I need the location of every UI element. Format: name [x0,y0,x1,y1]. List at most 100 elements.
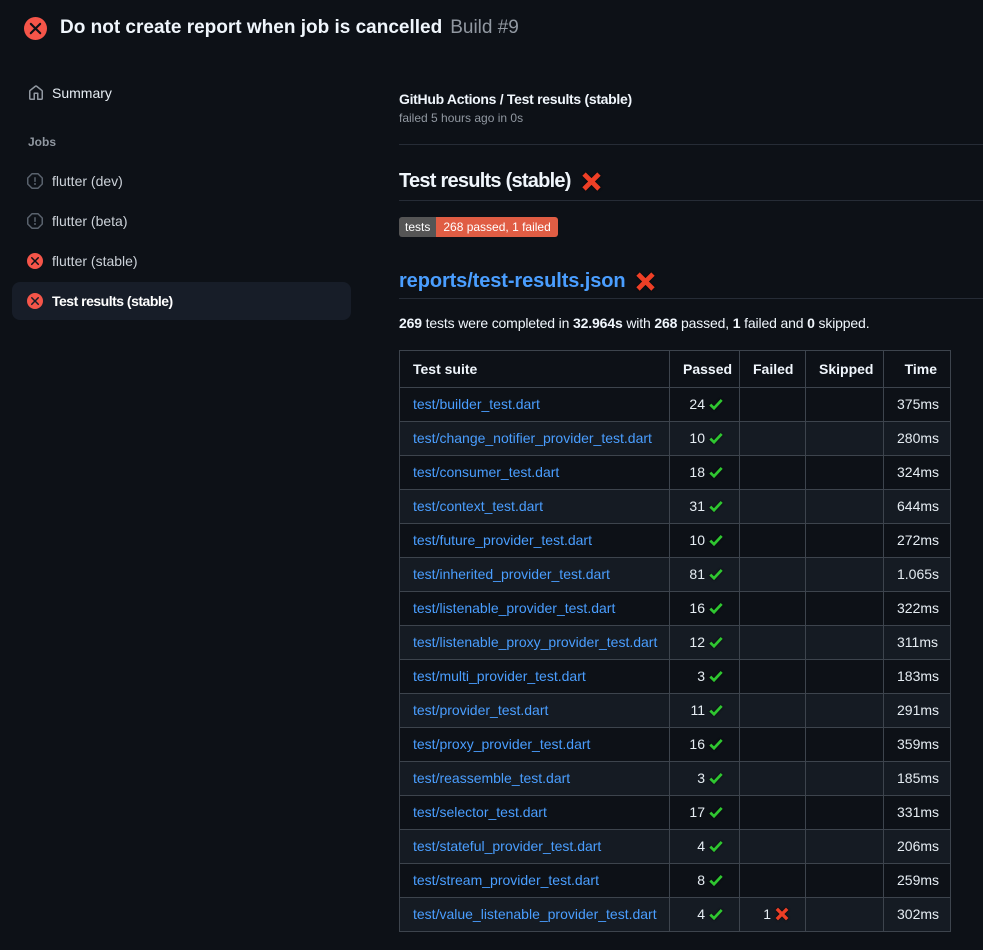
cell-skipped [806,728,884,762]
summary-segment: skipped. [815,315,870,331]
cell-time: 644ms [884,490,951,524]
cell-failed [740,558,806,592]
cancelled-icon [27,173,43,189]
suite-link[interactable]: test/stateful_provider_test.dart [413,838,601,854]
cell-failed [740,660,806,694]
summary-segment: failed and [740,315,807,331]
report-link[interactable]: reports/test-results.json [399,268,625,294]
cell-skipped [806,456,884,490]
suite-link[interactable]: test/stream_provider_test.dart [413,872,599,888]
cell-passed: 8 [670,864,740,898]
home-icon [28,85,44,101]
cell-passed: 10 [670,422,740,456]
cell-time: 331ms [884,796,951,830]
run-header: Do not create report when job is cancell… [0,0,983,56]
cell-skipped [806,898,884,932]
cell-skipped [806,422,884,456]
suite-link[interactable]: test/change_notifier_provider_test.dart [413,430,652,446]
summary-segment: 0 [807,315,815,331]
sidebar-job-4[interactable]: Test results (stable) [12,282,351,320]
cancelled-icon [27,213,43,229]
cell-failed [740,762,806,796]
summary-segment: 32.964s [573,315,623,331]
col-header-passed: Passed [670,351,740,388]
cell-passed: 4 [670,898,740,932]
suite-link[interactable]: test/selector_test.dart [413,804,547,820]
suite-link[interactable]: test/proxy_provider_test.dart [413,736,590,752]
suite-link[interactable]: test/inherited_provider_test.dart [413,566,610,582]
table-row: test/stateful_provider_test.dart4206ms [400,830,951,864]
cell-suite: test/listenable_proxy_provider_test.dart [400,626,670,660]
col-header-skipped: Skipped [806,351,884,388]
check-mark-icon [708,702,724,718]
cell-passed: 81 [670,558,740,592]
suite-link[interactable]: test/reassemble_test.dart [413,770,570,786]
table-row: test/multi_provider_test.dart3183ms [400,660,951,694]
suite-link[interactable]: test/future_provider_test.dart [413,532,592,548]
col-header-time: Time [884,351,951,388]
cell-failed [740,592,806,626]
failed-icon [27,293,43,309]
cell-skipped [806,592,884,626]
job-label: flutter (beta) [52,213,127,229]
job-label: flutter (dev) [52,173,123,189]
cell-passed: 18 [670,456,740,490]
check-mark-icon [708,634,724,650]
report-heading: reports/test-results.json [399,268,983,299]
cell-suite: test/builder_test.dart [400,388,670,422]
suite-link[interactable]: test/context_test.dart [413,498,543,514]
cell-time: 259ms [884,864,951,898]
cell-failed [740,490,806,524]
cell-suite: test/context_test.dart [400,490,670,524]
cell-failed [740,626,806,660]
cell-suite: test/listenable_provider_test.dart [400,592,670,626]
check-mark-icon [708,464,724,480]
table-row: test/listenable_provider_test.dart16322m… [400,592,951,626]
check-mark-icon [708,668,724,684]
cell-skipped [806,490,884,524]
cell-passed: 31 [670,490,740,524]
cell-skipped [806,524,884,558]
cell-failed [740,456,806,490]
suite-link[interactable]: test/multi_provider_test.dart [413,668,586,684]
table-row: test/proxy_provider_test.dart 16 359ms [400,728,951,762]
cell-failed [740,388,806,422]
cell-suite: test/consumer_test.dart [400,456,670,490]
cell-passed: 3 [670,762,740,796]
tests-summary: 269 tests were completed in 32.964s with… [399,313,983,334]
cell-passed: 11 [670,694,740,728]
sidebar-job-1[interactable]: flutter (dev) [12,162,351,200]
table-row: test/value_listenable_provider_test.dart… [400,898,951,932]
job-label: flutter (stable) [52,253,138,269]
cell-passed: 16 [670,728,740,762]
cell-suite: test/inherited_provider_test.dart [400,558,670,592]
results-table: Test suitePassedFailedSkippedTime test/b… [399,350,951,932]
sidebar-job-2[interactable]: flutter (beta) [12,202,351,240]
col-header-test-suite: Test suite [400,351,670,388]
suite-link[interactable]: test/consumer_test.dart [413,464,559,480]
check-mark-icon [708,532,724,548]
cell-suite: test/reassemble_test.dart [400,762,670,796]
cell-skipped [806,830,884,864]
sidebar-item-summary[interactable]: Summary [12,77,351,109]
cell-passed: 16 [670,592,740,626]
summary-segment: 268 [654,315,677,331]
cell-time: 280ms [884,422,951,456]
cell-suite: test/provider_test.dart [400,694,670,728]
suite-link[interactable]: test/builder_test.dart [413,396,540,412]
check-breadcrumb: GitHub Actions / Test results (stable) [399,89,983,109]
suite-link[interactable]: test/provider_test.dart [413,702,548,718]
cell-time: 311ms [884,626,951,660]
suite-link[interactable]: test/listenable_provider_test.dart [413,600,615,616]
suite-link[interactable]: test/value_listenable_provider_test.dart [413,906,657,922]
suite-link[interactable]: test/listenable_proxy_provider_test.dart [413,634,657,650]
cell-failed [740,728,806,762]
cell-suite: test/change_notifier_provider_test.dart [400,422,670,456]
tests-badge: tests 268 passed, 1 failed [399,217,558,237]
cell-suite: test/multi_provider_test.dart [400,660,670,694]
cross-mark-icon [774,906,790,922]
failed-icon [27,253,43,269]
cell-time: 359ms [884,728,951,762]
cross-mark-icon [635,271,656,292]
sidebar-job-3[interactable]: flutter (stable) [12,242,351,280]
